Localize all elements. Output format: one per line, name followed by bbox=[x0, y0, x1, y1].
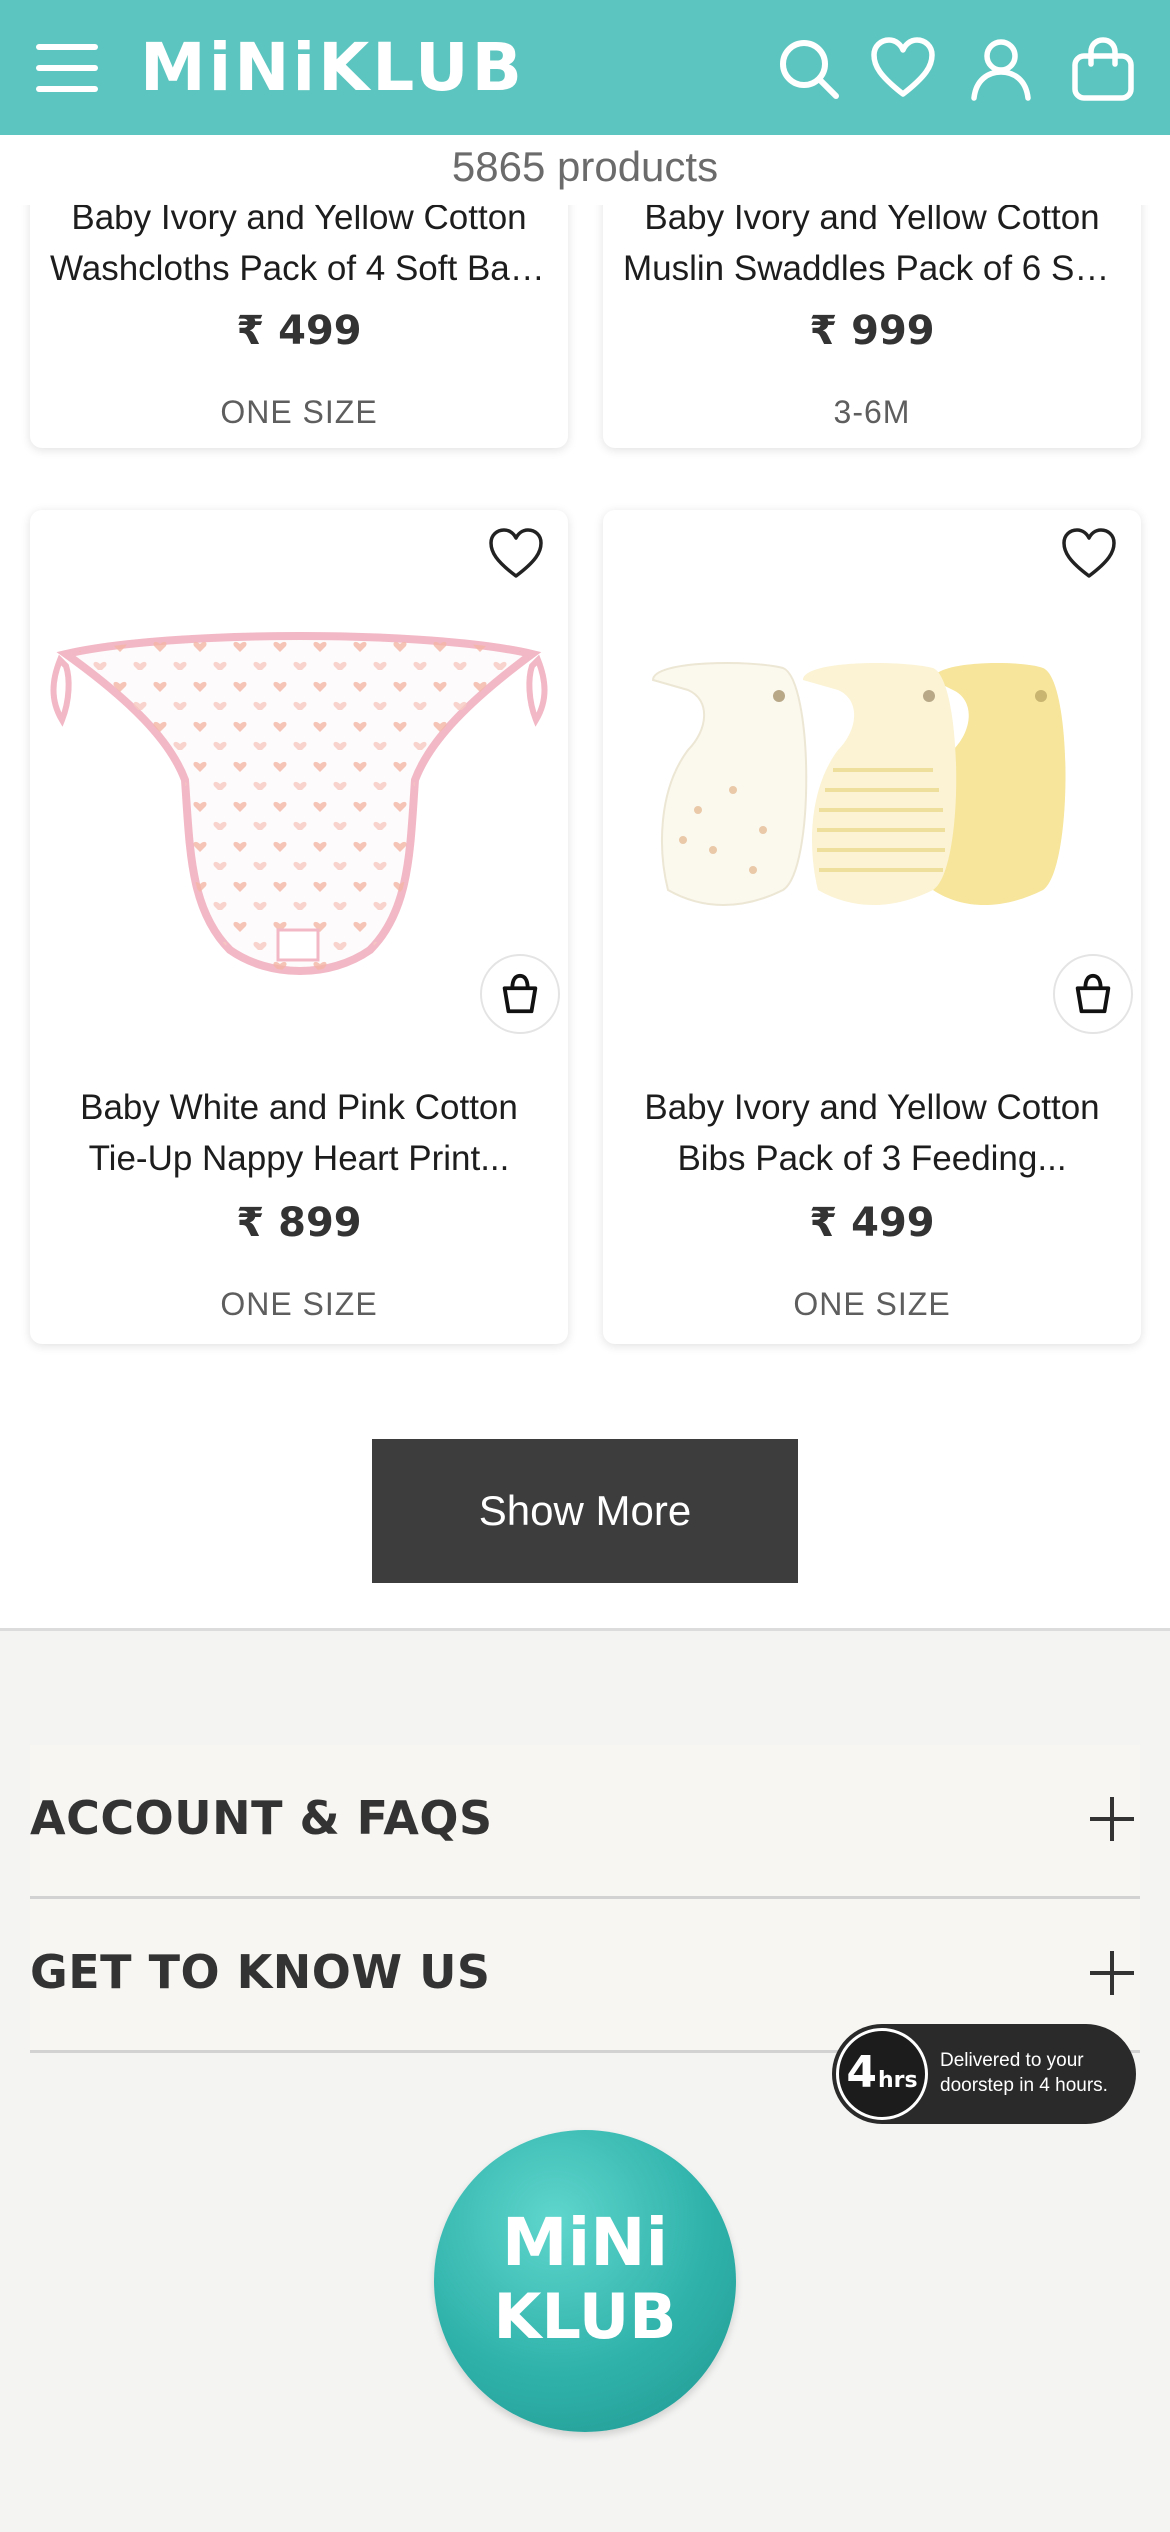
delivery-text: Delivered to your doorstep in 4 hours. bbox=[940, 2050, 1108, 2096]
show-more-button[interactable]: Show More bbox=[372, 1439, 798, 1583]
add-to-cart-bag-icon[interactable] bbox=[480, 954, 560, 1034]
product-card[interactable]: Baby Ivory and Yellow Cotton Bibs Pack o… bbox=[603, 510, 1141, 1344]
accordion-title: ACCOUNT & FAQS bbox=[30, 1791, 493, 1845]
accordion-account-faqs[interactable]: ACCOUNT & FAQS bbox=[30, 1745, 1140, 1899]
product-name: Baby Ivory and Yellow Cotton Washcloths … bbox=[50, 198, 548, 288]
brand-logo[interactable]: MiNiKLUB bbox=[140, 28, 525, 108]
product-size: ONE SIZE bbox=[793, 1286, 951, 1322]
plus-icon[interactable] bbox=[1090, 1951, 1134, 1995]
add-to-cart-bag-icon[interactable] bbox=[1053, 954, 1133, 1034]
product-price: ₹ 499 bbox=[809, 1200, 935, 1246]
footer-brand-logo: MiNi KLUB bbox=[434, 2130, 736, 2432]
product-name[interactable]: Baby White and Pink Cotton Tie-Up Nappy … bbox=[50, 1082, 548, 1184]
product-price: ₹ 999 bbox=[809, 308, 935, 354]
product-count: 5865 products bbox=[451, 143, 719, 190]
wishlist-heart-icon[interactable] bbox=[488, 526, 544, 582]
product-card[interactable]: Baby White and Pink Cotton Tie-Up Nappy … bbox=[30, 510, 568, 1344]
delivery-4hrs-badge[interactable]: 4 hrs Delivered to your doorstep in 4 hou… bbox=[832, 2024, 1136, 2124]
product-name: Baby Ivory and Yellow Cotton Muslin Swad… bbox=[623, 198, 1121, 288]
product-price: ₹ 899 bbox=[236, 1200, 362, 1246]
product-size: 3-6M bbox=[833, 394, 911, 430]
product-price: ₹ 499 bbox=[236, 308, 362, 354]
accordion-title: GET TO KNOW US bbox=[30, 1945, 491, 1999]
search-icon[interactable] bbox=[776, 36, 842, 102]
menu-icon[interactable] bbox=[36, 44, 98, 92]
brand-logo-text: MiNiKLUB bbox=[140, 29, 525, 106]
product-name[interactable]: Baby Ivory and Yellow Cotton Bibs Pack o… bbox=[623, 1082, 1121, 1184]
bag-icon[interactable] bbox=[1070, 36, 1136, 102]
product-size: ONE SIZE bbox=[220, 1286, 378, 1322]
product-image[interactable] bbox=[30, 550, 568, 980]
wishlist-heart-icon[interactable] bbox=[1061, 526, 1117, 582]
product-size: ONE SIZE bbox=[220, 394, 378, 430]
delivery-clock-icon: 4 hrs bbox=[836, 2028, 928, 2120]
user-icon[interactable] bbox=[968, 36, 1034, 102]
app-header: MiNiKLUB bbox=[0, 0, 1170, 135]
plus-icon[interactable] bbox=[1090, 1797, 1134, 1841]
product-image[interactable] bbox=[603, 550, 1141, 980]
product-count-bar: 5865 products bbox=[0, 135, 1170, 205]
heart-icon[interactable] bbox=[870, 36, 936, 102]
